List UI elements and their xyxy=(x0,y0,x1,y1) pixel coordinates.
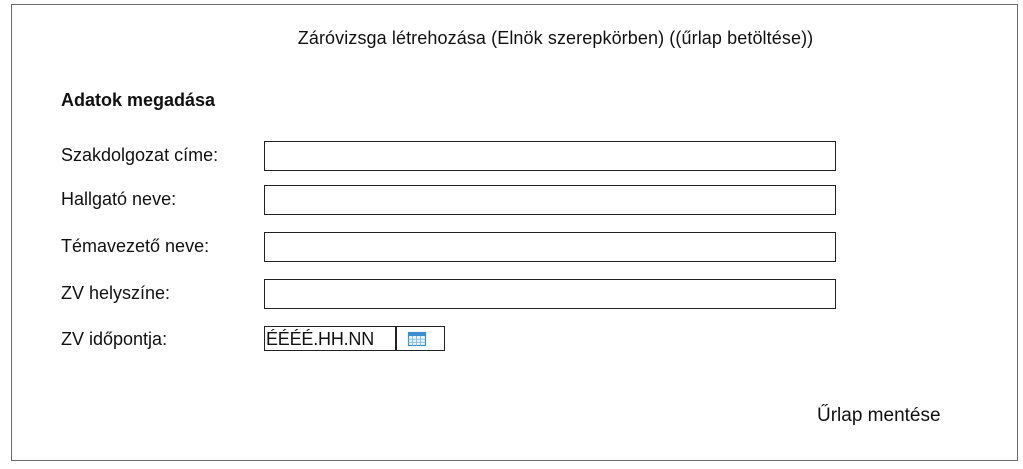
student-name-label: Hallgató neve: xyxy=(61,189,177,209)
page-title: Záróvizsga létrehozása (Elnök szerepkörb… xyxy=(297,28,814,48)
exam-location-label: ZV helyszíne: xyxy=(61,283,171,303)
thesis-title-label: Szakdolgozat címe: xyxy=(61,145,219,165)
exam-date-placeholder: ÉÉÉÉ.HH.NN xyxy=(266,329,375,349)
student-name-input[interactable] xyxy=(264,185,836,215)
thesis-title-input[interactable] xyxy=(264,141,836,171)
save-form-button[interactable]: Űrlap mentése xyxy=(817,405,941,427)
exam-location-input[interactable] xyxy=(264,279,836,309)
supervisor-name-label: Témavezető neve: xyxy=(61,236,210,256)
supervisor-name-input[interactable] xyxy=(264,232,836,262)
calendar-icon[interactable] xyxy=(407,330,427,347)
exam-date-input[interactable]: ÉÉÉÉ.HH.NN xyxy=(264,326,445,351)
exam-date-label: ZV időpontja: xyxy=(61,329,168,349)
date-input-divider xyxy=(395,327,397,350)
section-title: Adatok megadása xyxy=(61,90,216,110)
